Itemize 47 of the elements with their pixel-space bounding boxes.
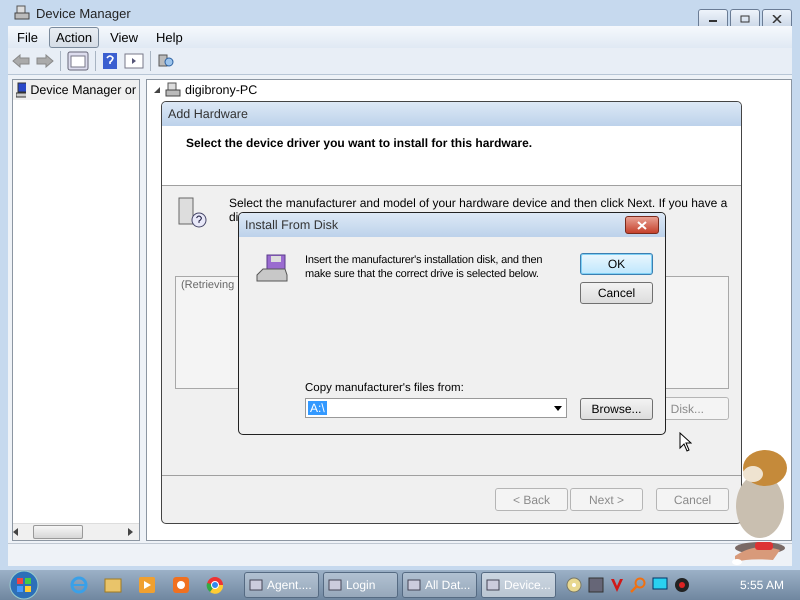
instruction-text: Select the manufacturer and model of your hardware device and then click Next. If you have a bbox=[229, 196, 728, 210]
menu-item[interactable]: View bbox=[103, 26, 146, 48]
close-icon bbox=[637, 220, 647, 230]
instruction-text: Insert the manufacturer's installation disk, and then make sure that the correct drive is selected below. bbox=[305, 253, 544, 282]
window-icon bbox=[249, 578, 263, 592]
chrome-icon[interactable] bbox=[205, 575, 225, 595]
dialog-title: Install From Disk bbox=[245, 218, 338, 232]
clock: 5:55 AM bbox=[740, 578, 784, 592]
tree-item[interactable]: Device Manager or bbox=[13, 80, 139, 100]
window-title: Device Manager bbox=[36, 6, 131, 20]
menu-item[interactable]: File bbox=[10, 26, 45, 48]
forward-icon[interactable] bbox=[36, 54, 54, 68]
field-label: Copy manufacturer's files from: bbox=[305, 382, 465, 394]
window-icon bbox=[407, 578, 421, 592]
start-button[interactable] bbox=[8, 570, 40, 600]
close-icon bbox=[772, 15, 782, 23]
menu-item[interactable]: Help bbox=[149, 26, 190, 48]
disc-icon[interactable] bbox=[566, 577, 582, 593]
menu-item[interactable]: Action bbox=[48, 26, 100, 48]
back-icon[interactable] bbox=[12, 54, 30, 68]
tree-node[interactable]: digibrony-PC bbox=[153, 82, 785, 98]
help-icon[interactable] bbox=[102, 52, 118, 70]
expand-arrow-icon[interactable] bbox=[153, 86, 161, 94]
window-icon bbox=[486, 578, 500, 592]
window-icon bbox=[328, 578, 342, 592]
app-icon bbox=[14, 5, 30, 21]
cancel-button[interactable]: Cancel bbox=[580, 282, 653, 304]
scroll-left-icon[interactable] bbox=[13, 528, 19, 536]
scroll-right-icon[interactable] bbox=[128, 528, 134, 536]
mouse-cursor-icon bbox=[679, 432, 692, 452]
maximize-icon bbox=[740, 15, 750, 23]
monitor-icon[interactable] bbox=[652, 577, 668, 591]
close-button[interactable] bbox=[625, 216, 659, 234]
horizontal-scrollbar[interactable] bbox=[13, 523, 139, 540]
action-pane-icon[interactable] bbox=[124, 53, 144, 69]
dialog-heading: Select the device driver you want to install for this hardware. bbox=[186, 136, 532, 150]
tray-app-icon[interactable] bbox=[588, 577, 604, 593]
media-player-icon[interactable] bbox=[138, 576, 156, 594]
computer-icon bbox=[16, 82, 26, 98]
console-tree-icon[interactable] bbox=[67, 51, 89, 71]
speaker-icon[interactable] bbox=[674, 577, 690, 593]
dropdown-arrow-icon bbox=[554, 406, 562, 410]
browse-button[interactable]: Browse... bbox=[580, 398, 653, 420]
computer-icon bbox=[165, 82, 181, 98]
dialog-title: Add Hardware bbox=[168, 107, 248, 121]
ok-button[interactable]: OK bbox=[580, 253, 653, 275]
instruction-text: di bbox=[229, 210, 240, 224]
